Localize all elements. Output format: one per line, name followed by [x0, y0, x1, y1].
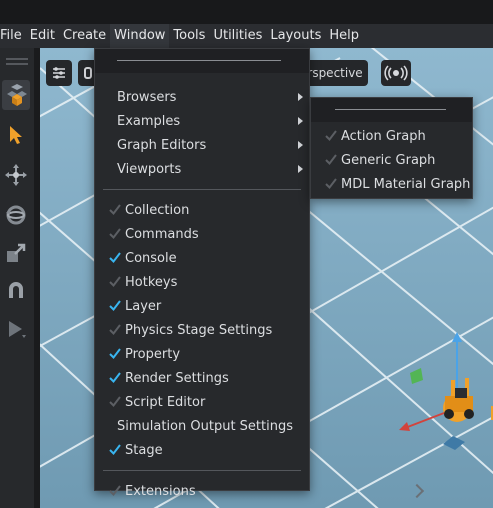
panel-items: Collection Commands Console Hotkeys Layer Phy…: [95, 198, 309, 462]
menu-item-graph-editors[interactable]: Graph Editors: [95, 133, 309, 157]
checkmark-icon: [109, 346, 121, 360]
checkmark-icon: [109, 370, 121, 384]
menu-item-render-settings[interactable]: Render Settings: [95, 366, 309, 390]
menu-item-label: MDL Material Graph: [341, 176, 471, 192]
scale-icon[interactable]: [2, 238, 30, 268]
graph-editors-submenu: Action Graph Generic Graph MDL Material Gr…: [310, 97, 473, 199]
submenu-item-generic-graph[interactable]: Generic Graph: [311, 148, 472, 172]
menu-item-layer[interactable]: Layer: [95, 294, 309, 318]
title-bar: [0, 0, 493, 24]
menu-create[interactable]: Create: [59, 24, 110, 48]
rotate-icon[interactable]: [2, 200, 30, 230]
menu-item-browsers[interactable]: Browsers: [95, 85, 309, 109]
menu-item-viewports[interactable]: Viewports: [95, 157, 309, 181]
snap-magnet-icon[interactable]: [2, 276, 30, 306]
checkmark-dim-icon: [109, 202, 121, 216]
submenu-arrow-icon: [298, 141, 303, 149]
menu-item-label: Script Editor: [125, 394, 206, 410]
checkmark-dim-icon: [109, 226, 121, 240]
menu-item-collection[interactable]: Collection: [95, 198, 309, 222]
footer-items: Extensions: [95, 479, 309, 503]
menu-item-label: Hotkeys: [125, 274, 178, 290]
menu-window[interactable]: Window: [110, 24, 170, 48]
settings-sliders-icon: [53, 67, 65, 79]
menu-bar: File Edit Create Window Tools Utilities …: [0, 24, 493, 48]
left-toolbar: [0, 48, 34, 508]
menu-item-label: Simulation Output Settings: [117, 418, 293, 434]
menu-item-commands[interactable]: Commands: [95, 222, 309, 246]
viewport-settings-button[interactable]: [46, 60, 72, 86]
menu-item-label: Property: [125, 346, 181, 362]
checkmark-dim-icon: [109, 274, 121, 288]
menu-item-label: Physics Stage Settings: [125, 322, 273, 338]
play-icon[interactable]: [2, 314, 30, 344]
checkmark-dim-icon: [109, 322, 121, 336]
grip-icon[interactable]: [6, 58, 28, 70]
menu-utilities[interactable]: Utilities: [209, 24, 266, 48]
submenu-arrow-icon: [298, 165, 303, 173]
window-menu-dropdown: Browsers Examples Graph Editors Viewport…: [94, 48, 310, 499]
menu-layouts[interactable]: Layouts: [266, 24, 325, 48]
checkmark-dim-icon: [325, 128, 337, 142]
checkmark-dim-icon: [109, 394, 121, 408]
checkmark-dim-icon: [109, 483, 121, 497]
checkmark-dim-icon: [325, 176, 337, 190]
move-icon[interactable]: [2, 160, 30, 190]
select-arrow-icon[interactable]: [2, 120, 30, 150]
checkmark-icon: [109, 298, 121, 312]
checkmark-dim-icon: [325, 152, 337, 166]
menu-item-label: Collection: [125, 202, 190, 218]
menu-item-label: Layer: [125, 298, 162, 314]
menu-item-label: Stage: [125, 442, 163, 458]
menu-item-simulation-output-settings[interactable]: Simulation Output Settings: [95, 414, 309, 438]
checkmark-icon: [109, 250, 121, 264]
menu-file[interactable]: File: [0, 24, 26, 48]
menu-item-property[interactable]: Property: [95, 342, 309, 366]
menu-item-examples[interactable]: Examples: [95, 109, 309, 133]
submenu-arrow-icon: [298, 117, 303, 125]
menu-item-console[interactable]: Console: [95, 246, 309, 270]
menu-item-label: Generic Graph: [341, 152, 436, 168]
menu-separator: [103, 470, 301, 471]
menu-item-physics-stage-settings[interactable]: Physics Stage Settings: [95, 318, 309, 342]
menu-item-label: Render Settings: [125, 370, 229, 386]
select-mode-icon[interactable]: [2, 80, 30, 110]
forklift-gizmo[interactable]: [395, 328, 493, 458]
audio-button[interactable]: [381, 60, 411, 86]
audio-waves-icon: [384, 65, 408, 81]
menu-separator: [103, 189, 301, 190]
submenu-item-mdl-material-graph[interactable]: MDL Material Graph: [311, 172, 472, 196]
graph-editor-items: Action Graph Generic Graph MDL Material Gr…: [311, 124, 472, 196]
menu-help[interactable]: Help: [325, 24, 363, 48]
menu-item-label: Extensions: [125, 483, 196, 499]
menu-edit[interactable]: Edit: [26, 24, 59, 48]
menu-item-label: Commands: [125, 226, 199, 242]
menu-item-hotkeys[interactable]: Hotkeys: [95, 270, 309, 294]
submenu-arrow-icon: [298, 93, 303, 101]
menu-item-label: Console: [125, 250, 177, 266]
submenu-tearoff-strip[interactable]: [311, 98, 472, 122]
checkmark-icon: [109, 442, 121, 456]
menu-item-extensions[interactable]: Extensions: [95, 479, 309, 503]
menu-tearoff-strip[interactable]: [95, 49, 309, 73]
menu-item-script-editor[interactable]: Script Editor: [95, 390, 309, 414]
menu-item-label: Action Graph: [341, 128, 426, 144]
menu-item-stage[interactable]: Stage: [95, 438, 309, 462]
submenu-item-action-graph[interactable]: Action Graph: [311, 124, 472, 148]
camera-partial-icon: [84, 67, 92, 79]
menu-tools[interactable]: Tools: [169, 24, 209, 48]
